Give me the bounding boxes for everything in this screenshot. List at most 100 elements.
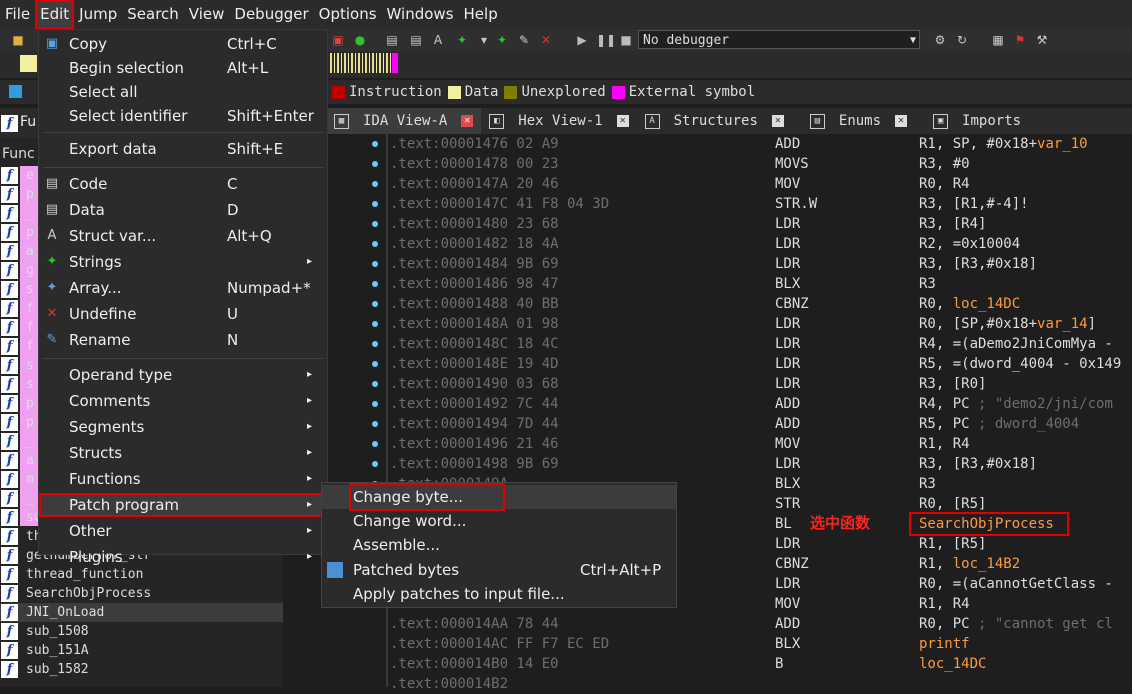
disasm-address: .text:00001488 40 BB (390, 296, 559, 312)
submenu-item-assemble[interactable]: Assemble... (322, 533, 676, 557)
menu-item-select-all[interactable]: Select all (39, 80, 327, 104)
menu-item-export-data[interactable]: Export data Shift+E (39, 137, 327, 161)
submenu-item-change-byte[interactable]: Change byte... (322, 483, 676, 511)
legend-label-1: Data (464, 84, 499, 100)
close-icon[interactable]: ✕ (895, 115, 908, 127)
menu-search[interactable]: Search (122, 0, 184, 29)
menu-item-plugins[interactable]: Plugins ▸ (39, 545, 327, 569)
operand-symbol[interactable]: var_14 (1037, 316, 1088, 332)
operand-symbol[interactable]: loc_14DC (953, 296, 1020, 312)
menu-item-code[interactable]: ▤ Code C (39, 172, 327, 196)
data-icon[interactable]: ▤ (408, 32, 424, 48)
instruction-dot (372, 301, 378, 307)
function-row[interactable]: f JNI_OnLoad (0, 603, 283, 622)
patched-bytes-icon (327, 562, 343, 578)
operand-text: R3 (919, 276, 936, 292)
navigation-band-strip[interactable] (330, 53, 400, 73)
function-icon: f (1, 262, 18, 279)
menu-item-begin-selection[interactable]: Begin selection Alt+L (39, 56, 327, 80)
menu-debugger[interactable]: Debugger (229, 0, 313, 29)
operand-symbol[interactable]: printf (919, 636, 970, 652)
function-icon: f (1, 490, 18, 507)
run-icon[interactable]: ● (352, 32, 368, 48)
menu-options[interactable]: Options (314, 0, 382, 29)
tools-icon[interactable]: ⚒ (1034, 32, 1050, 48)
array-icon[interactable]: ✦ (454, 32, 470, 48)
debugger-select[interactable]: No debugger ▼ (638, 30, 920, 49)
menu-edit[interactable]: Edit (35, 0, 75, 29)
rename-icon[interactable]: ✎ (516, 32, 532, 48)
add-icon[interactable]: ✦ (494, 32, 510, 48)
menu-item-operand-type[interactable]: Operand type ▸ (39, 363, 327, 387)
menu-item-shortcut: Shift+Enter (227, 107, 314, 125)
dropdown-arrow-icon[interactable]: ▾ (476, 32, 492, 48)
menu-item-rename[interactable]: ✎ Rename N (39, 328, 327, 352)
submenu-item-change-word[interactable]: Change word... (322, 509, 676, 533)
stop-icon[interactable]: ■ (618, 32, 634, 48)
menu-item-comments[interactable]: Comments ▸ (39, 389, 327, 413)
menu-windows[interactable]: Windows (382, 0, 459, 29)
tab-structures[interactable]: A Structures ✕ (637, 108, 792, 134)
tab-enums[interactable]: ▤ Enums ✕ (792, 108, 915, 134)
menu-item-label: Data (69, 201, 105, 219)
menu-item-patch-program[interactable]: Patch program ▸ (39, 493, 327, 517)
function-row[interactable]: f sub_151A (0, 641, 283, 660)
strings-icon: ✦ (46, 254, 58, 269)
submenu-item-label: Patched bytes (353, 561, 460, 579)
tab-imports[interactable]: ▣ Imports (915, 108, 1029, 134)
refresh-icon[interactable]: ↻ (954, 32, 970, 48)
close-icon[interactable]: ✕ (616, 115, 629, 127)
disasm-address: .text:0000148E 19 4D (390, 356, 559, 372)
function-row[interactable]: f sub_1508 (0, 622, 283, 641)
menu-file[interactable]: File (0, 0, 35, 29)
start-debug-icon[interactable]: ▶ (574, 32, 590, 48)
breakpoint-icon[interactable]: ▣ (330, 32, 346, 48)
menu-item-label: Rename (69, 331, 131, 349)
menu-item-select-identifier[interactable]: Select identifier Shift+Enter (39, 104, 327, 128)
menu-item-struct-var[interactable]: A Struct var... Alt+Q (39, 224, 327, 248)
menu-item-structs[interactable]: Structs ▸ (39, 441, 327, 465)
disasm-operands: R0, R4 (919, 174, 970, 194)
function-row[interactable]: f SearchObjProcess (0, 584, 283, 603)
operand-symbol[interactable]: var_10 (1037, 136, 1088, 152)
tab-ida-view-a[interactable]: ▦ IDA View-A ✕ (326, 108, 482, 134)
function-row[interactable]: f sub_1582 (0, 660, 283, 679)
menu-item-data[interactable]: ▤ Data D (39, 198, 327, 222)
menu-view[interactable]: View (184, 0, 230, 29)
operand-text: R3, [R1,#-4]! (919, 196, 1029, 212)
undefine-icon[interactable]: ✕ (538, 32, 554, 48)
submenu-item-patched-bytes[interactable]: Patched bytes Ctrl+Alt+P (322, 558, 676, 582)
menu-item-array[interactable]: ✦ Array... Numpad+* (39, 276, 327, 300)
strings-icon[interactable]: A (430, 32, 446, 48)
disasm-mnemonic: LDR (775, 536, 801, 552)
menu-jump[interactable]: Jump (74, 0, 122, 29)
disasm-mnemonic: ADD (775, 416, 801, 432)
close-icon[interactable]: ✕ (461, 115, 474, 127)
submenu-item-apply-patches-to-input-file[interactable]: Apply patches to input file... (322, 582, 676, 606)
memory-icon[interactable]: ▦ (990, 32, 1006, 48)
operand-symbol[interactable]: loc_14DC (919, 656, 986, 672)
code-icon[interactable]: ▤ (384, 32, 400, 48)
menu-item-segments[interactable]: Segments ▸ (39, 415, 327, 439)
menu-item-functions[interactable]: Functions ▸ (39, 467, 327, 491)
menu-item-undefine[interactable]: ✕ Undefine U (39, 302, 327, 326)
pause-icon[interactable]: ❚❚ (596, 32, 616, 48)
instruction-dot (372, 461, 378, 467)
debug-options-icon[interactable]: ⚙ (932, 32, 948, 48)
flag-icon[interactable]: ⚑ (1012, 32, 1028, 48)
open-folder-icon[interactable]: ■ (10, 32, 26, 48)
close-icon[interactable]: ✕ (771, 115, 784, 127)
tab-hex-view-1[interactable]: ◧ Hex View-1 ✕ (481, 108, 636, 134)
menu-help[interactable]: Help (459, 0, 503, 29)
disasm-mnemonic: BL (775, 516, 792, 532)
menu-item-strings[interactable]: ✦ Strings ▸ (39, 250, 327, 274)
disasm-mnemonic: LDR (775, 456, 801, 472)
menu-item-copy[interactable]: ▣ Copy Ctrl+C (39, 32, 327, 56)
operand-symbol[interactable]: loc_14B2 (953, 556, 1020, 572)
function-name: f (26, 320, 34, 335)
menu-item-shortcut: Ctrl+C (227, 35, 277, 53)
function-icon: f (1, 224, 18, 241)
menu-item-other[interactable]: Other ▸ (39, 519, 327, 543)
function-icon: f (1, 281, 18, 298)
disasm-address: .text:00001486 98 47 (390, 276, 559, 292)
